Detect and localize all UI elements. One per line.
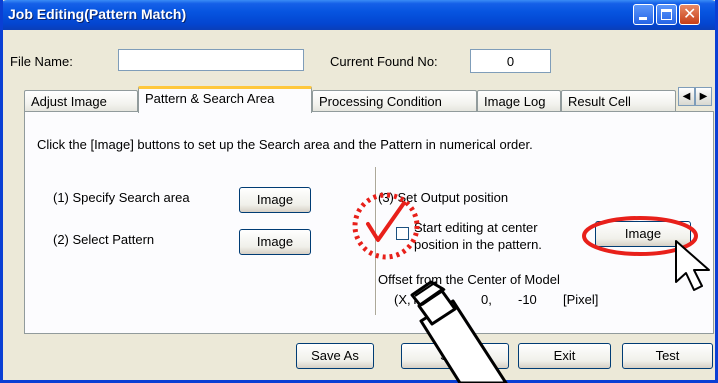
- step3-label: (3) Set Output position: [378, 190, 509, 205]
- tab-result-cell[interactable]: Result Cell: [561, 90, 676, 112]
- tab-scroll-right-icon[interactable]: ▶: [695, 87, 712, 106]
- output-position-image-button[interactable]: Image: [595, 221, 691, 247]
- dialog-window: Job Editing(Pattern Match) ✕ File Name: …: [0, 0, 718, 383]
- minimize-button[interactable]: [633, 4, 654, 25]
- tab-scroll-arrows: ◀ ▶: [678, 87, 712, 106]
- step2-label: (2) Select Pattern: [53, 232, 155, 247]
- maximize-button[interactable]: [656, 4, 677, 25]
- offset-xy-label: (X,Y): [394, 292, 424, 307]
- tab-pattern-search-area[interactable]: Pattern & Search Area: [138, 86, 312, 113]
- button-label: Image: [256, 192, 294, 207]
- save-button[interactable]: Save: [401, 343, 509, 369]
- maximize-icon: [661, 9, 672, 20]
- button-label: Test: [655, 348, 680, 363]
- search-area-image-button[interactable]: Image: [239, 187, 311, 213]
- window-title: Job Editing(Pattern Match): [8, 6, 187, 22]
- tab-label: Adjust Image: [31, 94, 107, 109]
- tab-adjust-image[interactable]: Adjust Image: [24, 90, 138, 112]
- tab-label: Result Cell: [568, 94, 631, 109]
- offset-unit: [Pixel]: [563, 292, 599, 307]
- minimize-icon: [639, 17, 647, 20]
- offset-y-value: -10: [518, 292, 537, 307]
- tab-scroll-left-icon[interactable]: ◀: [678, 87, 695, 106]
- button-label: Save: [440, 348, 470, 363]
- button-label: Exit: [553, 348, 576, 363]
- button-label: Save As: [311, 348, 359, 363]
- offset-x-value: 0,: [481, 292, 492, 307]
- tab-label: Pattern & Search Area: [145, 91, 275, 106]
- offset-label: Offset from the Center of Model: [378, 272, 560, 287]
- close-button[interactable]: ✕: [679, 4, 700, 25]
- panel-divider: [375, 167, 377, 315]
- save-as-button[interactable]: Save As: [296, 343, 374, 369]
- current-found-label: Current Found No:: [330, 54, 438, 69]
- center-start-checkbox[interactable]: [396, 227, 409, 240]
- tab-label: Image Log: [484, 94, 546, 109]
- checkbox-label-line1: Start editing at center: [414, 220, 538, 235]
- pattern-image-button[interactable]: Image: [239, 229, 311, 255]
- title-bar[interactable]: Job Editing(Pattern Match) ✕: [3, 0, 715, 30]
- tab-label: Processing Condition: [319, 94, 442, 109]
- current-found-value: 0: [506, 54, 515, 69]
- button-label: Image: [256, 234, 294, 249]
- exit-button[interactable]: Exit: [518, 343, 611, 369]
- button-label: Image: [624, 226, 662, 241]
- test-button[interactable]: Test: [622, 343, 713, 369]
- tab-image-log[interactable]: Image Log: [477, 90, 561, 112]
- current-found-field: 0: [470, 49, 551, 73]
- tab-panel: Click the [Image] buttons to set up the …: [24, 111, 714, 334]
- step1-label: (1) Specify Search area: [53, 190, 190, 205]
- instruction-text: Click the [Image] buttons to set up the …: [37, 137, 533, 152]
- file-name-field[interactable]: [118, 49, 304, 71]
- tab-processing-condition[interactable]: Processing Condition: [312, 90, 477, 112]
- close-icon: ✕: [683, 4, 697, 23]
- file-name-label: File Name:: [10, 54, 73, 69]
- checkbox-label-line2: position in the pattern.: [414, 237, 542, 252]
